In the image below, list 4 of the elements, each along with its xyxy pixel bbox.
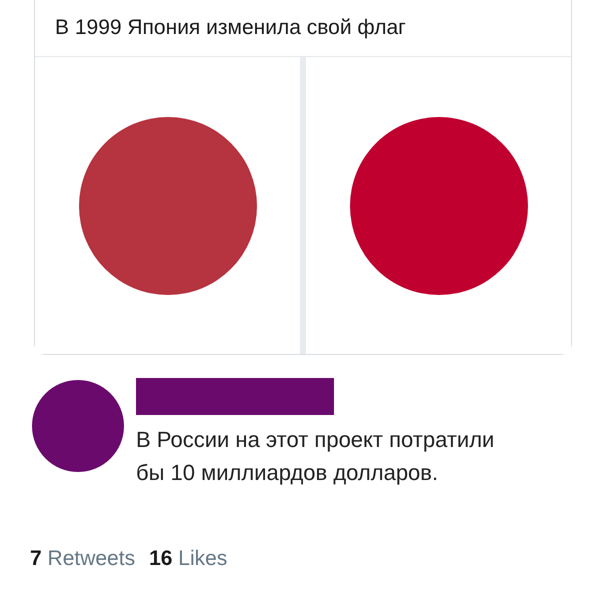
card-title: В 1999 Япония изменила свой флаг	[55, 14, 406, 41]
reply-text: В России на этот проект потратили бы 10 миллиардов долларов.	[136, 426, 496, 487]
stat-link[interactable]: 7 Retweets	[30, 543, 136, 574]
stat-link[interactable]: 16 Likes	[149, 543, 228, 574]
